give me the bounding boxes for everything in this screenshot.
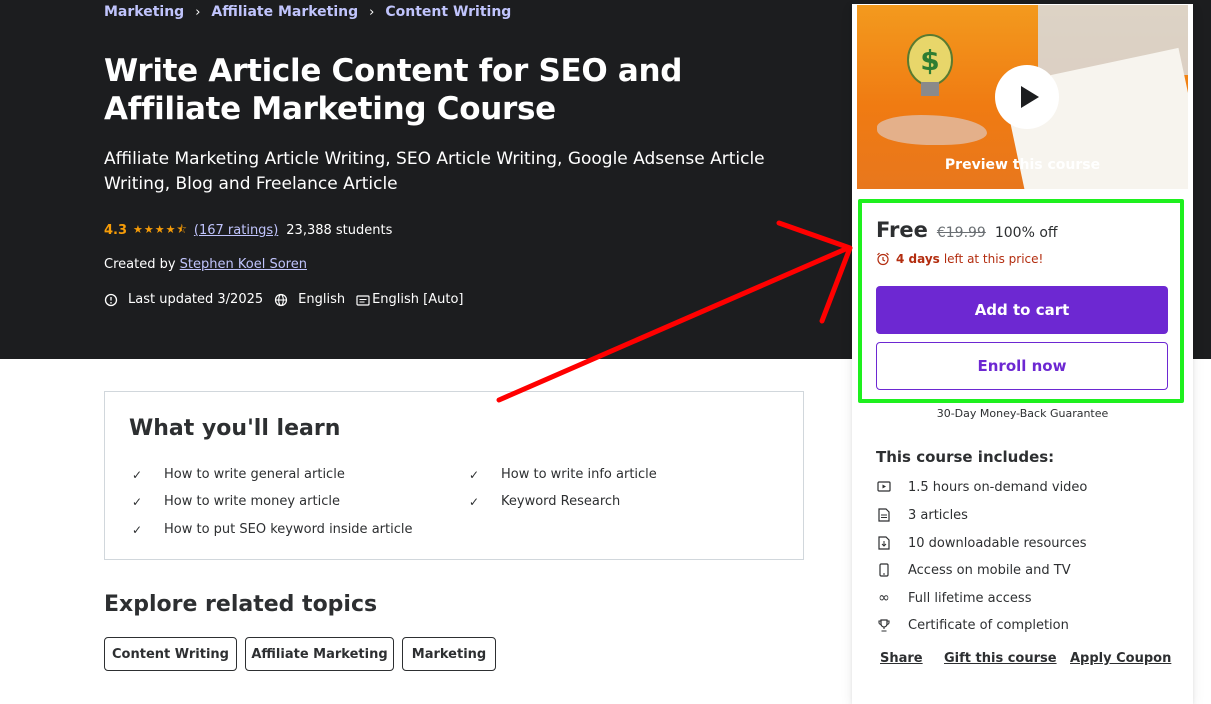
course-preview[interactable]: $ Preview this course bbox=[856, 4, 1189, 190]
price-row: Free €19.99 100% off bbox=[876, 218, 1058, 242]
mobile-icon bbox=[876, 562, 892, 578]
money-back-guarantee: 30-Day Money-Back Guarantee bbox=[936, 407, 1109, 420]
original-price: €19.99 bbox=[936, 225, 986, 241]
check-icon: ✓ bbox=[132, 522, 143, 537]
enroll-now-button[interactable]: Enroll now bbox=[876, 342, 1168, 390]
current-price: Free bbox=[876, 218, 928, 242]
course-captions: English [Auto] bbox=[372, 292, 464, 307]
play-icon bbox=[1020, 86, 1039, 108]
chevron-right-icon: › bbox=[369, 4, 375, 20]
list-item: 3 articles bbox=[876, 507, 968, 523]
learn-item-text: How to write general article bbox=[164, 467, 345, 482]
include-label: Certificate of completion bbox=[908, 617, 1069, 633]
add-to-cart-button[interactable]: Add to cart bbox=[876, 286, 1168, 334]
list-item: ✓ Keyword Research bbox=[469, 494, 620, 509]
created-by-label: Created by bbox=[104, 257, 176, 272]
preview-hand bbox=[877, 115, 987, 145]
trophy-icon bbox=[876, 617, 892, 633]
course-language: English bbox=[298, 292, 346, 307]
price-timer: 4 days left at this price! bbox=[876, 252, 1043, 266]
list-item: ∞ Full lifetime access bbox=[876, 590, 1031, 606]
purchase-sidebar: $ Preview this course Free €19.99 100% o… bbox=[852, 4, 1193, 704]
include-label: 10 downloadable resources bbox=[908, 535, 1087, 551]
captions-icon bbox=[356, 294, 370, 306]
list-item: ✓ How to write general article bbox=[132, 467, 345, 482]
rating-value: 4.3 bbox=[104, 223, 128, 238]
breadcrumb-content-writing[interactable]: Content Writing bbox=[385, 4, 511, 20]
alert-badge-icon bbox=[104, 293, 118, 306]
play-button[interactable] bbox=[995, 65, 1059, 129]
learn-title: What you'll learn bbox=[129, 416, 341, 441]
learn-item-text: How to write money article bbox=[164, 494, 340, 509]
preview-label: Preview this course bbox=[944, 157, 1101, 173]
learn-item-text: How to put SEO keyword inside article bbox=[164, 522, 413, 537]
learn-item-text: How to write info article bbox=[501, 467, 657, 482]
star-rating-icon: ★★★★⯪ bbox=[133, 223, 188, 236]
discount-percent: 100% off bbox=[994, 225, 1058, 241]
ratings-count-link[interactable]: (167 ratings) bbox=[194, 223, 278, 238]
list-item: ✓ How to put SEO keyword inside article bbox=[132, 522, 412, 537]
alarm-clock-icon bbox=[877, 252, 889, 266]
topic-affiliate-marketing[interactable]: Affiliate Marketing bbox=[245, 637, 394, 671]
last-updated: Last updated 3/2025 bbox=[128, 292, 264, 307]
created-by: Created by Stephen Koel Soren bbox=[104, 257, 307, 272]
breadcrumb-affiliate-marketing[interactable]: Affiliate Marketing bbox=[211, 4, 358, 20]
instructor-link[interactable]: Stephen Koel Soren bbox=[180, 257, 307, 272]
include-label: Full lifetime access bbox=[908, 590, 1032, 606]
check-icon: ✓ bbox=[469, 467, 480, 482]
students-count: 23,388 students bbox=[286, 223, 393, 238]
check-icon: ✓ bbox=[469, 494, 480, 509]
check-icon: ✓ bbox=[132, 494, 143, 509]
list-item: Access on mobile and TV bbox=[876, 562, 1071, 578]
breadcrumb: Marketing › Affiliate Marketing › Conten… bbox=[104, 4, 511, 20]
chevron-right-icon: › bbox=[195, 4, 201, 20]
globe-icon bbox=[275, 293, 288, 306]
list-item: 10 downloadable resources bbox=[876, 535, 1087, 551]
topic-marketing[interactable]: Marketing bbox=[402, 637, 496, 671]
course-subtitle: Affiliate Marketing Article Writing, SEO… bbox=[104, 149, 765, 194]
course-title: Write Article Content for SEO and Affili… bbox=[104, 53, 683, 127]
video-icon bbox=[876, 479, 892, 495]
include-label: 1.5 hours on-demand video bbox=[908, 479, 1088, 495]
check-icon: ✓ bbox=[132, 467, 143, 482]
list-item: Certificate of completion bbox=[876, 617, 1069, 633]
gift-course-link[interactable]: Gift this course bbox=[944, 651, 1057, 666]
apply-coupon-link[interactable]: Apply Coupon bbox=[1070, 651, 1171, 666]
topic-content-writing[interactable]: Content Writing bbox=[104, 637, 237, 671]
includes-title: This course includes: bbox=[876, 448, 1055, 466]
course-meta: Last updated 3/2025 English English [Aut… bbox=[104, 292, 464, 307]
download-icon bbox=[876, 535, 892, 551]
list-item: ✓ How to write info article bbox=[469, 467, 657, 482]
timer-days: 4 days bbox=[896, 252, 940, 266]
money-bulb-icon: $ bbox=[907, 34, 953, 96]
list-item: 1.5 hours on-demand video bbox=[876, 479, 1087, 495]
what-you-will-learn: What you'll learn ✓ How to write general … bbox=[104, 391, 804, 560]
learn-item-text: Keyword Research bbox=[501, 494, 621, 509]
explore-title: Explore related topics bbox=[104, 592, 378, 617]
breadcrumb-marketing[interactable]: Marketing bbox=[104, 4, 184, 20]
timer-text: left at this price! bbox=[943, 252, 1044, 266]
list-item: ✓ How to write money article bbox=[132, 494, 340, 509]
include-label: Access on mobile and TV bbox=[908, 562, 1071, 578]
article-icon bbox=[876, 507, 892, 523]
include-label: 3 articles bbox=[908, 507, 968, 523]
share-link[interactable]: Share bbox=[880, 651, 923, 666]
svg-text:$: $ bbox=[920, 44, 939, 77]
infinity-icon: ∞ bbox=[878, 590, 890, 606]
rating-row: 4.3 ★★★★⯪ (167 ratings) 23,388 students bbox=[104, 221, 392, 240]
